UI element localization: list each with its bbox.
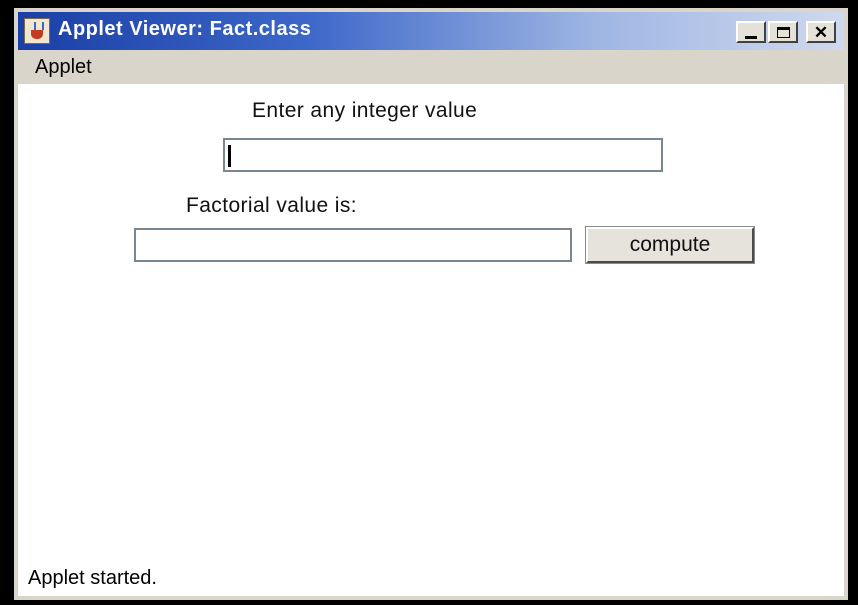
compute-button[interactable]: compute [585,226,755,264]
applet-panel: Enter any integer value Factorial value … [18,84,844,596]
factorial-result-field[interactable] [134,228,572,262]
close-button[interactable]: ✕ [806,21,836,43]
text-caret [228,145,231,167]
status-bar-text: Applet started. [28,567,157,589]
maximize-button[interactable] [768,21,798,43]
applet-viewer-window: Applet Viewer: Fact.class ✕ Applet Enter… [14,8,848,600]
minimize-icon [745,35,757,39]
close-icon: ✕ [813,22,829,42]
menu-bar: Applet [18,50,844,84]
integer-input-field[interactable] [223,138,663,172]
java-cup-icon[interactable] [24,18,50,44]
minimize-button[interactable] [736,21,766,43]
title-bar[interactable]: Applet Viewer: Fact.class ✕ [18,12,844,50]
menu-item-applet[interactable]: Applet [35,56,92,79]
factorial-result-label: Factorial value is: [186,194,357,217]
window-title: Applet Viewer: Fact.class [58,18,312,40]
maximize-icon [776,26,790,38]
integer-input-label: Enter any integer value [252,99,478,122]
